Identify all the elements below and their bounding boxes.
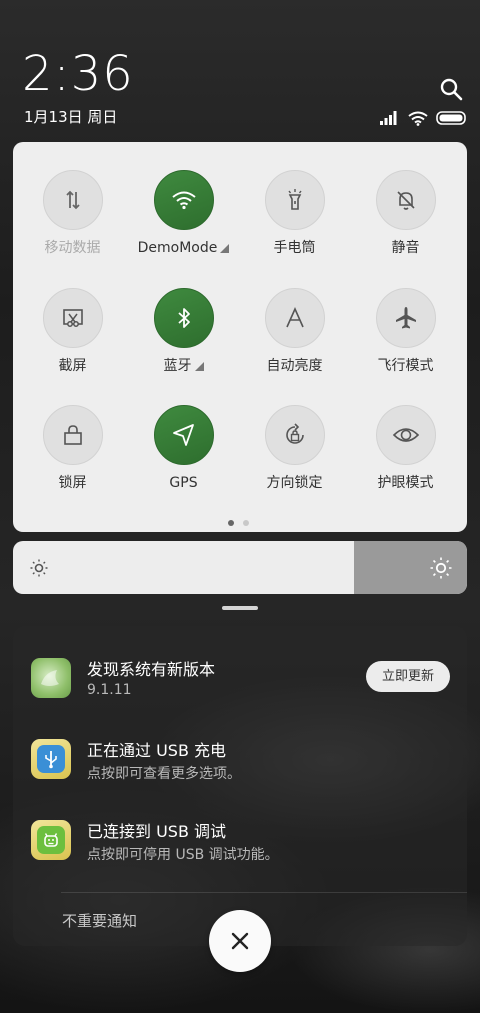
notification-title: 已连接到 USB 调试	[87, 822, 227, 841]
data-arrows-icon	[66, 190, 80, 210]
tile-label: 移动数据	[44, 240, 101, 256]
tile-flashlight-button[interactable]	[265, 170, 325, 230]
tile-gps-button[interactable]	[154, 405, 214, 465]
unimportant-notifications-link[interactable]: 不重要通知	[62, 910, 137, 931]
tile-eye-comfort[interactable]: 护眼模式	[350, 405, 461, 515]
brightness-slider[interactable]	[13, 541, 467, 594]
tile-airplane-button[interactable]	[376, 288, 436, 348]
notification-subtitle: 点按即可查看更多选项。	[87, 766, 241, 782]
search-icon	[440, 78, 463, 101]
tile-lock-screen[interactable]: 锁屏	[17, 405, 128, 515]
status-icons	[380, 108, 468, 128]
quick-settings-panel: 移动数据 DemoMode 手电筒 静音 截屏 蓝牙 自动亮度 飞行模式 锁屏 …	[13, 142, 467, 532]
tile-mobile-data-button[interactable]	[43, 170, 103, 230]
tile-label: DemoMode	[128, 239, 239, 257]
sun-small-icon	[30, 559, 48, 577]
battery-icon	[436, 111, 466, 125]
expand-arrow-icon[interactable]	[220, 244, 230, 253]
rotation-lock-icon	[286, 423, 304, 444]
signal-icon	[380, 111, 397, 125]
tile-rotation-lock[interactable]: 方向锁定	[239, 405, 350, 515]
page-dot	[243, 520, 249, 526]
notification-panel: 发现系统有新版本 9.1.11 立即更新 正在通过 USB 充电 点按即可查看更…	[13, 626, 467, 946]
notification-title: 发现系统有新版本	[87, 660, 216, 679]
tile-label: 截屏	[58, 358, 87, 374]
notification-title: 正在通过 USB 充电	[87, 741, 227, 760]
tile-mobile-data[interactable]: 移动数据	[17, 170, 128, 280]
lock-icon	[64, 425, 82, 445]
wifi-icon	[172, 191, 196, 210]
drag-handle[interactable]	[222, 606, 258, 610]
notification-subtitle: 点按即可停用 USB 调试功能。	[87, 847, 279, 863]
tile-auto-brightness-button[interactable]	[265, 288, 325, 348]
android-debug-icon	[31, 820, 71, 860]
system-update-icon	[31, 658, 71, 698]
tile-mute-button[interactable]	[376, 170, 436, 230]
wifi-icon	[408, 111, 428, 126]
eye-icon	[392, 428, 420, 442]
tile-label: 静音	[391, 240, 420, 256]
clear-notifications-button[interactable]	[209, 910, 271, 972]
update-now-button[interactable]: 立即更新	[366, 661, 450, 692]
notification-subtitle: 9.1.11	[87, 682, 132, 698]
tile-bluetooth-button[interactable]	[154, 288, 214, 348]
bluetooth-icon	[178, 308, 190, 328]
page-dot-active	[228, 520, 234, 526]
tile-airplane[interactable]: 飞行模式	[350, 288, 461, 398]
tile-gps[interactable]: GPS	[128, 405, 239, 515]
usb-icon	[31, 739, 71, 779]
tile-rotation-lock-button[interactable]	[265, 405, 325, 465]
notification-usb-charging[interactable]: 正在通过 USB 充电 点按即可查看更多选项。	[13, 737, 467, 797]
tile-screenshot-button[interactable]	[43, 288, 103, 348]
tile-label: 方向锁定	[266, 475, 323, 491]
screenshot-icon	[63, 309, 83, 327]
location-arrow-icon	[173, 424, 194, 446]
tile-bluetooth[interactable]: 蓝牙	[128, 288, 239, 398]
clock-time: 2:36	[22, 46, 134, 102]
flashlight-icon	[288, 189, 302, 210]
auto-brightness-icon	[286, 307, 304, 328]
tile-label: 手电筒	[273, 240, 316, 256]
tile-label: 锁屏	[58, 475, 87, 491]
tile-flashlight[interactable]: 手电筒	[239, 170, 350, 280]
tile-wifi[interactable]: DemoMode	[128, 170, 239, 280]
tile-auto-brightness[interactable]: 自动亮度	[239, 288, 350, 398]
tile-label: 自动亮度	[266, 358, 323, 374]
tile-wifi-button[interactable]	[154, 170, 214, 230]
divider	[61, 892, 467, 893]
tile-label: 飞行模式	[377, 358, 434, 374]
tile-eye-comfort-button[interactable]	[376, 405, 436, 465]
expand-arrow-icon[interactable]	[194, 362, 204, 371]
date-label: 1月13日 周日	[24, 108, 118, 126]
tile-screenshot[interactable]: 截屏	[17, 288, 128, 398]
airplane-icon	[396, 307, 416, 329]
close-icon	[231, 932, 249, 950]
tile-lock-screen-button[interactable]	[43, 405, 103, 465]
tile-label: 护眼模式	[377, 475, 434, 491]
tile-label: GPS	[169, 475, 198, 491]
notification-system-update[interactable]: 发现系统有新版本 9.1.11 立即更新	[13, 656, 467, 716]
page-indicator	[228, 520, 249, 526]
search-button[interactable]	[438, 76, 464, 102]
notification-usb-debugging[interactable]: 已连接到 USB 调试 点按即可停用 USB 调试功能。	[13, 818, 467, 878]
sun-large-icon	[430, 557, 452, 579]
bell-off-icon	[397, 191, 415, 210]
tile-label: 蓝牙	[128, 357, 239, 375]
tile-mute[interactable]: 静音	[350, 170, 461, 280]
